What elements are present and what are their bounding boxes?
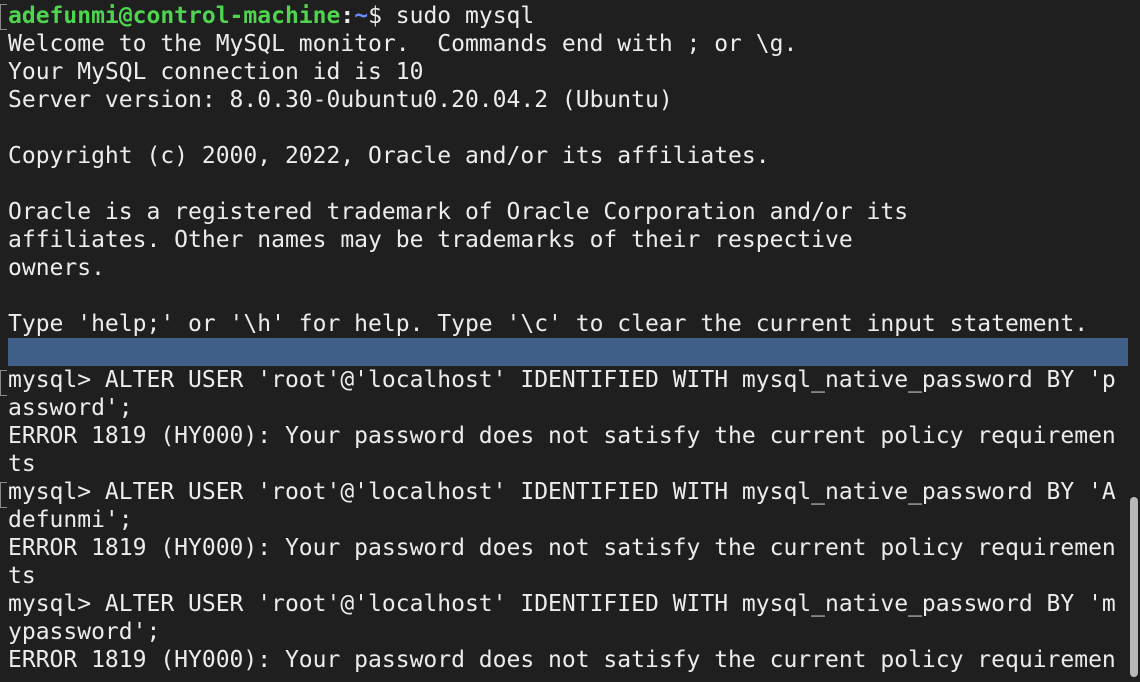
output-line: Copyright (c) 2000, 2022, Oracle and/or …	[8, 143, 770, 169]
error-line: ERROR 1819 (HY000): Your password does n…	[8, 647, 1116, 673]
output-line: affiliates. Other names may be trademark…	[8, 227, 853, 253]
mysql-command-line: mysql> ALTER USER 'root'@'localhost' IDE…	[8, 591, 1116, 617]
output-line: Type 'help;' or '\h' for help. Type '\c'…	[8, 311, 1089, 337]
shell-prompt-line: adefunmi@control-machine:~$ sudo mysql	[8, 2, 1140, 30]
scrollbar-thumb[interactable]	[1130, 497, 1138, 677]
error-line: ts	[8, 451, 36, 477]
prompt-symbol: $	[368, 3, 396, 29]
prompt-command: sudo mysql	[395, 3, 535, 29]
command-mark-bracket	[0, 482, 7, 508]
output-line: Server version: 8.0.30-0ubuntu0.20.04.2 …	[8, 87, 673, 113]
prompt-user-host: adefunmi@control-machine	[8, 3, 341, 29]
error-line: ERROR 1819 (HY000): Your password does n…	[8, 535, 1116, 561]
prompt-separator: :	[340, 3, 355, 29]
vertical-scrollbar[interactable]	[1128, 0, 1140, 682]
output-line: Welcome to the MySQL monitor. Commands e…	[8, 31, 798, 57]
mysql-command-line: ypassword';	[8, 619, 161, 645]
mysql-command-line: mysql> ALTER USER 'root'@'localhost' IDE…	[8, 367, 1116, 393]
command-mark-bracket	[0, 4, 7, 30]
terminal-window[interactable]: adefunmi@control-machine:~$ sudo mysql W…	[0, 0, 1140, 682]
error-line: ERROR 1819 (HY000): Your password does n…	[8, 423, 1116, 449]
error-line: ts	[8, 563, 36, 589]
mysql-command-line: assword';	[8, 395, 133, 421]
output-line: owners.	[8, 255, 105, 281]
prompt-path: ~	[354, 3, 369, 29]
output-line: Your MySQL connection id is 10	[8, 59, 424, 85]
mysql-command-line: defunmi';	[8, 507, 133, 533]
command-mark-bracket	[0, 370, 7, 396]
output-line: Oracle is a registered trademark of Orac…	[8, 199, 909, 225]
selected-empty-line	[8, 338, 1140, 366]
mysql-command-line: mysql> ALTER USER 'root'@'localhost' IDE…	[8, 479, 1116, 505]
